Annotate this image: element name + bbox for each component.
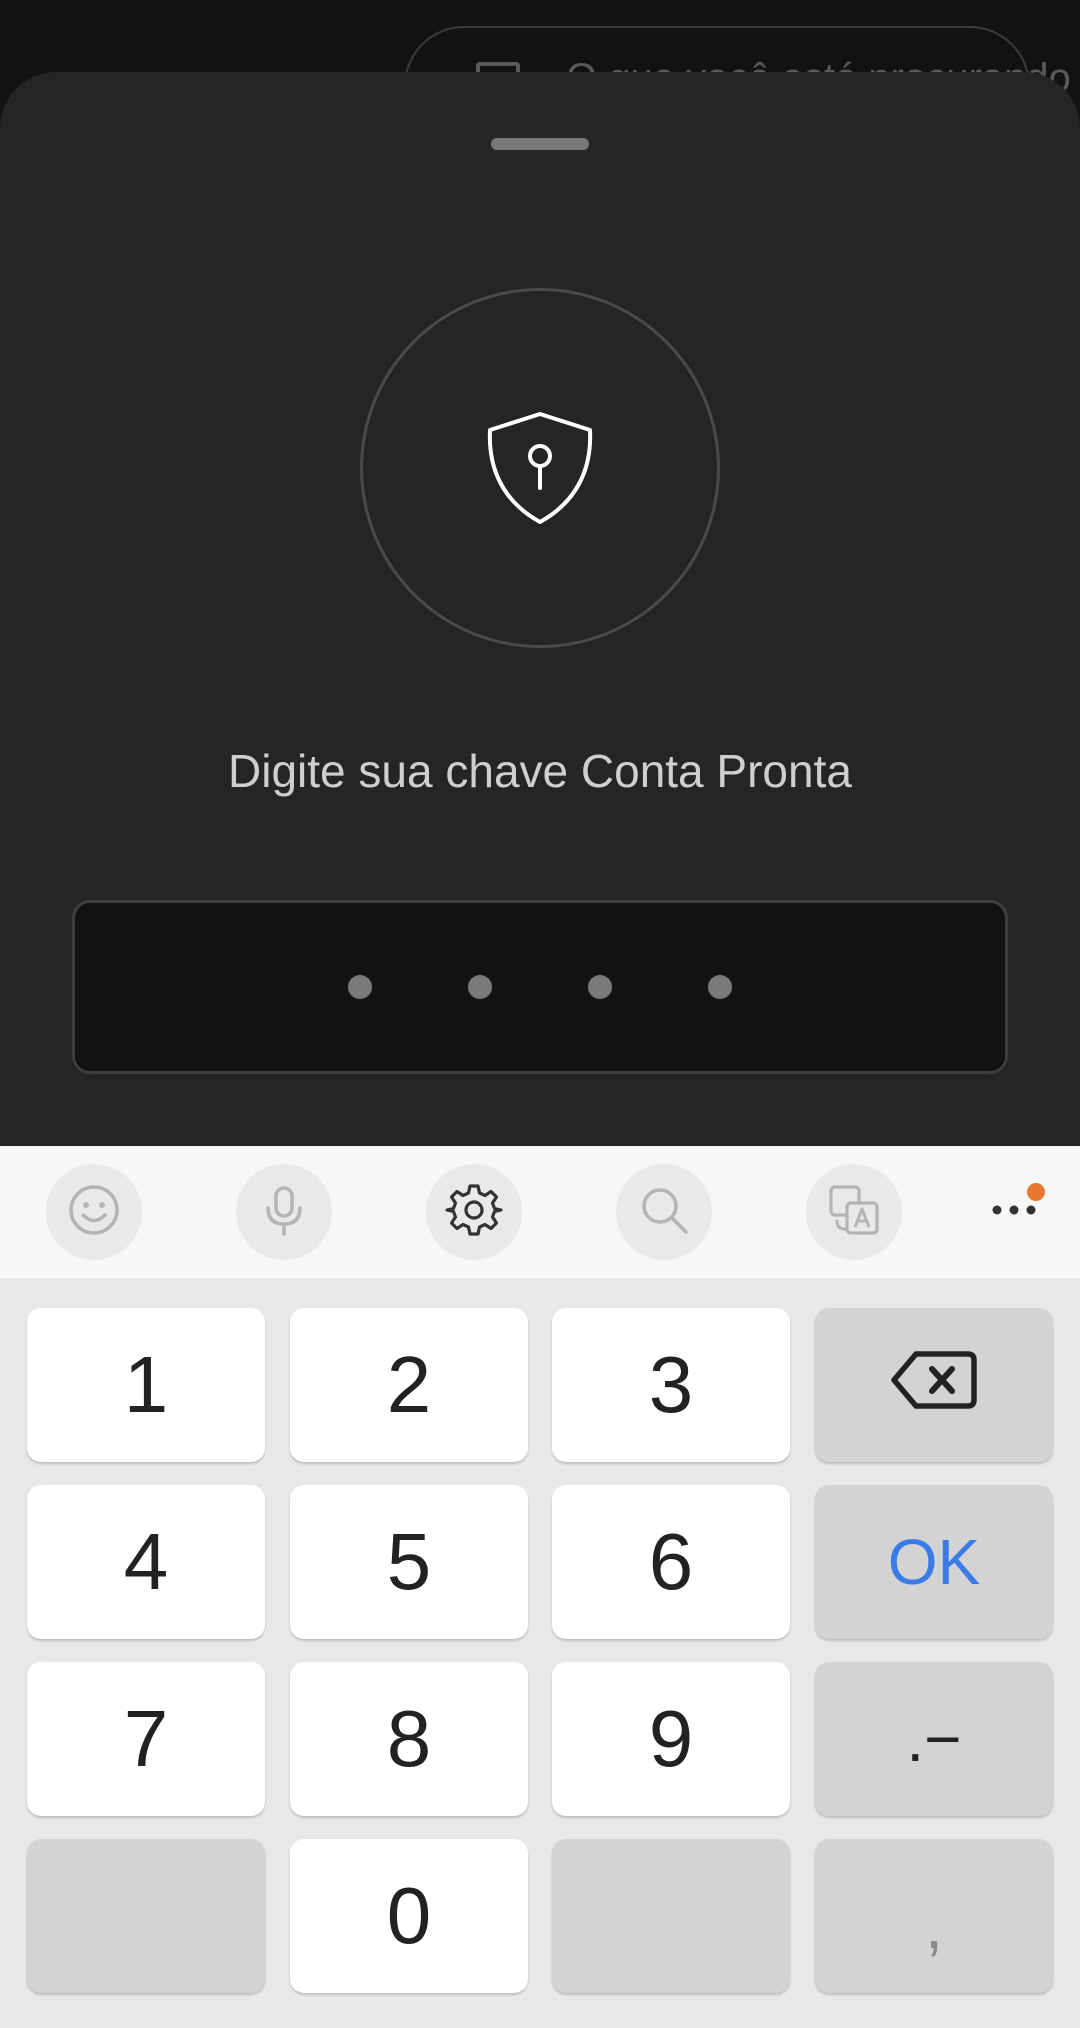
keyboard-toolbar (0, 1146, 1080, 1278)
keyboard-search-button[interactable] (616, 1164, 712, 1260)
settings-icon (445, 1181, 503, 1244)
more-options-button[interactable] (966, 1164, 1062, 1260)
microphone-icon (256, 1182, 312, 1243)
security-emblem (360, 288, 720, 648)
key-7[interactable]: 7 (27, 1662, 265, 1816)
ok-key[interactable]: OK (815, 1485, 1053, 1639)
shield-keyhole-icon (484, 410, 596, 526)
sheet-drag-handle[interactable] (491, 138, 589, 150)
backspace-icon (890, 1339, 978, 1431)
translate-button[interactable] (806, 1164, 902, 1260)
pin-dot (708, 975, 732, 999)
dot-dash-key[interactable]: .− (815, 1662, 1053, 1816)
numeric-keypad: 1 2 3 4 5 6 OK 7 8 9 .− 0 , (0, 1278, 1080, 2028)
translate-icon (825, 1181, 883, 1244)
pin-bottom-sheet: Digite sua chave Conta Pronta (0, 72, 1080, 1172)
pin-dot (588, 975, 612, 999)
key-9[interactable]: 9 (552, 1662, 790, 1816)
screen: O que você está procurando Digite sua ch… (0, 0, 1080, 2028)
key-0[interactable]: 0 (290, 1839, 528, 1993)
key-4[interactable]: 4 (27, 1485, 265, 1639)
emoji-icon (66, 1182, 122, 1243)
pin-dot (468, 975, 492, 999)
key-5[interactable]: 5 (290, 1485, 528, 1639)
pin-input-field[interactable] (72, 900, 1008, 1074)
search-icon (636, 1182, 692, 1243)
comma-key[interactable]: , (815, 1839, 1053, 1993)
blank-key-right (552, 1839, 790, 1993)
more-icon (990, 1202, 1038, 1223)
key-8[interactable]: 8 (290, 1662, 528, 1816)
key-3[interactable]: 3 (552, 1308, 790, 1462)
voice-input-button[interactable] (236, 1164, 332, 1260)
emoji-button[interactable] (46, 1164, 142, 1260)
key-1[interactable]: 1 (27, 1308, 265, 1462)
pin-dot (348, 975, 372, 999)
notification-dot (1027, 1183, 1045, 1201)
pin-prompt-label: Digite sua chave Conta Pronta (228, 745, 852, 797)
backspace-key[interactable] (815, 1308, 1053, 1462)
blank-key-left (27, 1839, 265, 1993)
keyboard-settings-button[interactable] (426, 1164, 522, 1260)
key-6[interactable]: 6 (552, 1485, 790, 1639)
key-2[interactable]: 2 (290, 1308, 528, 1462)
